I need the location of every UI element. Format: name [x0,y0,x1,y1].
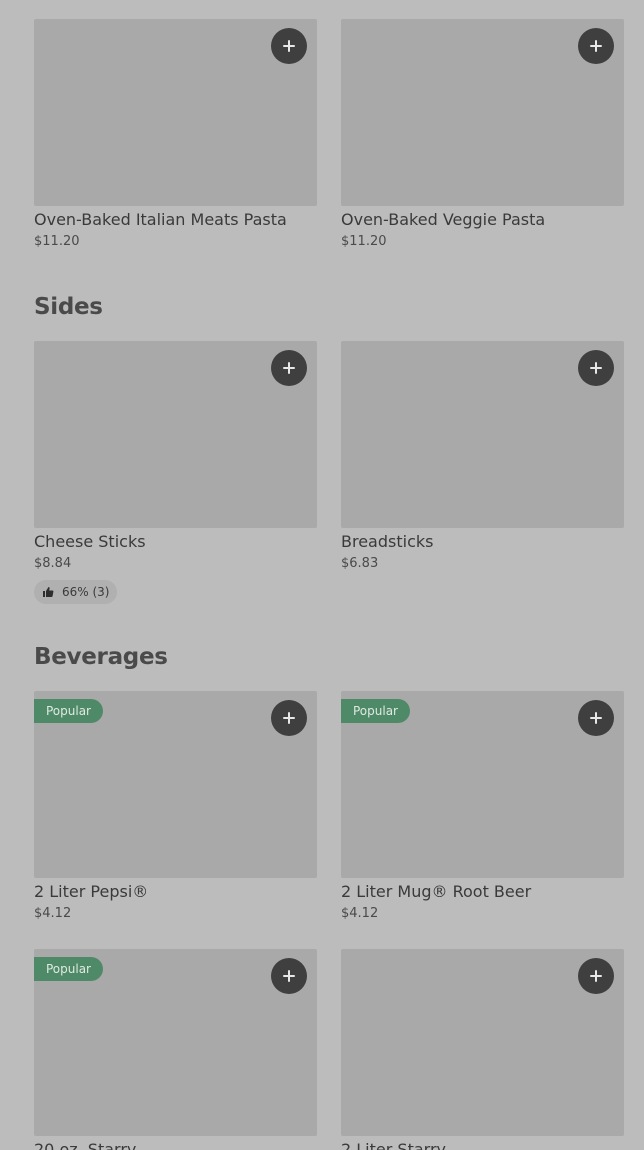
item-image[interactable] [341,19,624,206]
item-name: 2 Liter Mug® Root Beer [341,882,532,901]
item-price: $11.20 [34,234,80,249]
add-item-button[interactable] [578,28,614,64]
item-image[interactable]: Popular [34,691,317,878]
item-image[interactable] [34,341,317,528]
plus-icon [283,362,295,374]
item-name: Cheese Sticks [34,532,146,551]
item-name: Oven-Baked Italian Meats Pasta [34,210,287,229]
add-item-button[interactable] [271,28,307,64]
plus-icon [283,712,295,724]
popular-badge: Popular [34,957,103,981]
item-price: $4.12 [34,906,72,921]
plus-icon [283,40,295,52]
popular-badge: Popular [341,699,410,723]
menu-item-card[interactable]: 2 Liter Starry [341,949,624,1150]
add-item-button[interactable] [271,350,307,386]
menu-item-card[interactable]: Popular 20 oz. Starry [34,949,317,1150]
item-name: 2 Liter Starry [341,1140,446,1150]
item-image[interactable]: Popular [341,691,624,878]
menu-item-card[interactable]: Breadsticks $6.83 [341,341,624,572]
section-title-beverages: Beverages [34,644,168,670]
item-image[interactable]: Popular [34,949,317,1136]
plus-icon [590,362,602,374]
item-name: Breadsticks [341,532,434,551]
plus-icon [283,970,295,982]
item-price: $4.12 [341,906,379,921]
menu-item-card[interactable]: Oven-Baked Veggie Pasta $11.20 [341,19,624,250]
item-price: $6.83 [341,556,379,571]
menu-item-card[interactable]: Oven-Baked Italian Meats Pasta $11.20 [34,19,317,250]
menu-item-card[interactable]: Popular 2 Liter Pepsi® $4.12 [34,691,317,922]
plus-icon [590,970,602,982]
item-image[interactable] [341,949,624,1136]
add-item-button[interactable] [578,700,614,736]
add-item-button[interactable] [271,700,307,736]
rating-badge: 66% (3) [34,580,118,604]
popular-badge: Popular [34,699,103,723]
menu-page: Oven-Baked Italian Meats Pasta $11.20 Ov… [0,0,644,1150]
add-item-button[interactable] [578,350,614,386]
plus-icon [590,40,602,52]
item-name: Oven-Baked Veggie Pasta [341,210,546,229]
menu-item-card[interactable]: Cheese Sticks $8.84 66% (3) [34,341,317,604]
item-image[interactable] [34,19,317,206]
item-name: 20 oz. Starry [34,1140,137,1150]
item-image[interactable] [341,341,624,528]
menu-item-card[interactable]: Popular 2 Liter Mug® Root Beer $4.12 [341,691,624,922]
section-title-sides: Sides [34,294,103,320]
item-name: 2 Liter Pepsi® [34,882,149,901]
add-item-button[interactable] [271,958,307,994]
add-item-button[interactable] [578,958,614,994]
rating-text: 66% (3) [62,585,110,599]
thumbs-up-icon [43,587,54,597]
item-price: $11.20 [341,234,387,249]
item-price: $8.84 [34,556,72,571]
plus-icon [590,712,602,724]
